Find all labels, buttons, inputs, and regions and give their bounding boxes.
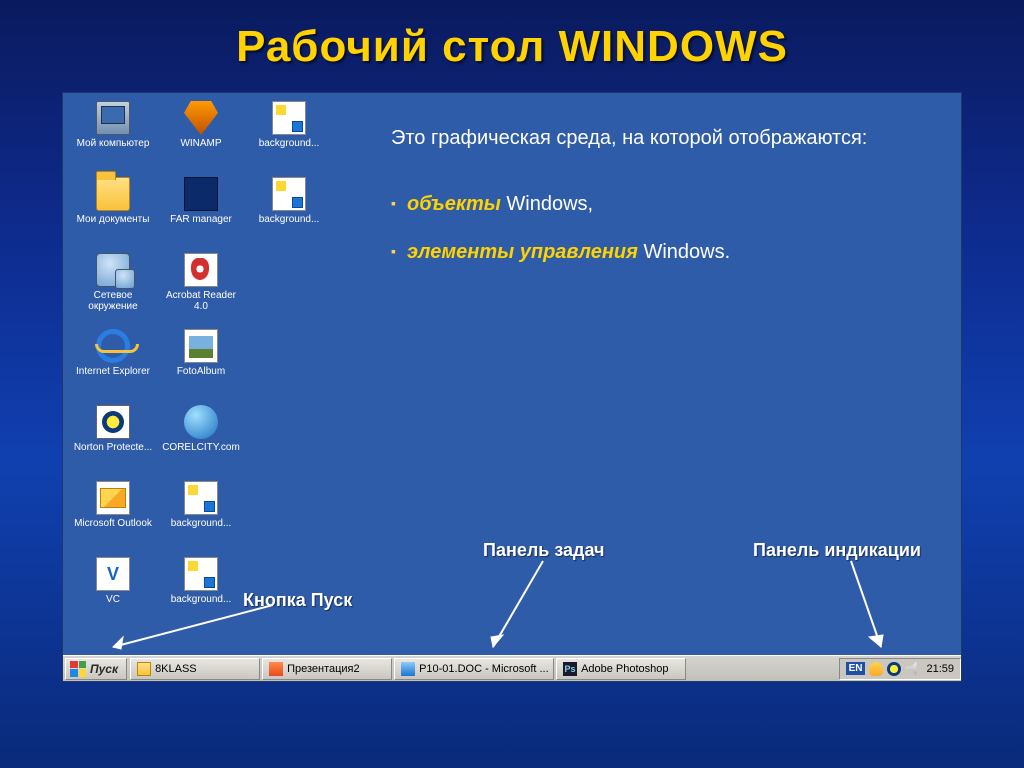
fotoalbum-icon-glyph bbox=[184, 329, 218, 363]
my-computer-icon-label: Мой компьютер bbox=[75, 138, 152, 149]
task-photoshop-icon: Ps bbox=[563, 662, 577, 676]
acrobat-icon[interactable]: Acrobat Reader 4.0 bbox=[157, 251, 245, 327]
ie-icon-label: Internet Explorer bbox=[74, 366, 152, 377]
norton-icon-glyph bbox=[96, 405, 130, 439]
bullet-controls-em: элементы управления bbox=[407, 241, 638, 263]
far-manager-icon-glyph bbox=[184, 177, 218, 211]
outlook-icon-glyph bbox=[96, 481, 130, 515]
slide-title: Рабочий стол WINDOWS bbox=[0, 0, 1024, 84]
outlook-icon[interactable]: Microsoft Outlook bbox=[69, 479, 157, 555]
start-button-label: Пуск bbox=[90, 662, 118, 676]
task-photoshop-label: Adobe Photoshop bbox=[581, 663, 668, 675]
start-button[interactable]: Пуск bbox=[65, 658, 127, 680]
corelcity-icon-glyph bbox=[184, 405, 218, 439]
bullet-controls: элементы управления Windows. bbox=[391, 237, 937, 267]
corelcity-icon[interactable]: CORELCITY.com bbox=[157, 403, 245, 479]
task-word-doc[interactable]: P10-01.DOC - Microsoft ... bbox=[394, 658, 554, 680]
far-manager-icon[interactable]: FAR manager bbox=[157, 175, 245, 251]
acrobat-icon-glyph bbox=[184, 253, 218, 287]
shield-tray-icon[interactable] bbox=[887, 662, 901, 676]
volume-tray-icon[interactable] bbox=[905, 662, 919, 676]
winamp-icon-glyph bbox=[184, 101, 218, 135]
ie-icon[interactable]: Internet Explorer bbox=[69, 327, 157, 403]
background2-icon-glyph bbox=[272, 177, 306, 211]
task-8klass-label: 8KLASS bbox=[155, 663, 197, 675]
windows-flag-icon bbox=[70, 661, 86, 677]
arrow-start-icon bbox=[103, 595, 303, 655]
background3-icon-glyph bbox=[184, 481, 218, 515]
fotoalbum-icon[interactable]: FotoAlbum bbox=[157, 327, 245, 403]
network-icon[interactable]: Сетевое окружение bbox=[69, 251, 157, 327]
bullet-objects-rest: Windows, bbox=[501, 193, 593, 215]
arrow-taskbar-icon bbox=[483, 555, 603, 655]
winamp-icon-label: WINAMP bbox=[178, 138, 223, 149]
arrow-systray-icon bbox=[781, 555, 901, 655]
task-word-doc-icon bbox=[401, 662, 415, 676]
far-manager-icon-label: FAR manager bbox=[168, 214, 234, 225]
norton-icon[interactable]: Norton Protecte... bbox=[69, 403, 157, 479]
task-8klass-icon bbox=[137, 662, 151, 676]
task-photoshop[interactable]: Ps Adobe Photoshop bbox=[556, 658, 686, 680]
desktop-icon-grid: Мой компьютер WINAMP background... Мои доку… bbox=[69, 99, 339, 631]
clock: 21:59 bbox=[923, 663, 954, 675]
background1-icon-glyph bbox=[272, 101, 306, 135]
key-tray-icon[interactable] bbox=[869, 662, 883, 676]
vc-icon-glyph bbox=[96, 557, 130, 591]
background2-icon[interactable]: background... bbox=[245, 175, 333, 251]
my-documents-icon-label: Мои документы bbox=[75, 214, 152, 225]
slide-description: Это графическая среда, на которой отобра… bbox=[391, 123, 937, 285]
task-word-doc-label: P10-01.DOC - Microsoft ... bbox=[419, 663, 549, 675]
background1-icon-label: background... bbox=[257, 138, 322, 149]
network-icon-label: Сетевое окружение bbox=[69, 290, 157, 312]
corelcity-icon-label: CORELCITY.com bbox=[160, 442, 242, 453]
bullet-controls-rest: Windows. bbox=[638, 241, 730, 263]
task-presentation2-icon bbox=[269, 662, 283, 676]
taskbar: Пуск 8KLASS Презентация2 P10-01.DOC - Micr… bbox=[63, 655, 961, 681]
background3-icon-label: background... bbox=[169, 518, 234, 529]
my-documents-icon[interactable]: Мои документы bbox=[69, 175, 157, 251]
background3-icon[interactable]: background... bbox=[157, 479, 245, 555]
my-documents-icon-glyph bbox=[96, 177, 130, 211]
bullet-objects-em: объекты bbox=[407, 193, 501, 215]
desktop-screenshot: Мой компьютер WINAMP background... Мои доку… bbox=[62, 92, 962, 682]
ie-icon-glyph bbox=[96, 329, 130, 363]
description-intro: Это графическая среда, на которой отобра… bbox=[391, 123, 937, 153]
acrobat-icon-label: Acrobat Reader 4.0 bbox=[157, 290, 245, 312]
language-indicator[interactable]: EN bbox=[846, 662, 866, 675]
network-icon-glyph bbox=[96, 253, 130, 287]
bullet-objects: объекты Windows, bbox=[391, 189, 937, 219]
winamp-icon[interactable]: WINAMP bbox=[157, 99, 245, 175]
my-computer-icon-glyph bbox=[96, 101, 130, 135]
my-computer-icon[interactable]: Мой компьютер bbox=[69, 99, 157, 175]
background1-icon[interactable]: background... bbox=[245, 99, 333, 175]
background2-icon-label: background... bbox=[257, 214, 322, 225]
outlook-icon-label: Microsoft Outlook bbox=[72, 518, 154, 529]
fotoalbum-icon-label: FotoAlbum bbox=[175, 366, 227, 377]
norton-icon-label: Norton Protecte... bbox=[72, 442, 154, 453]
system-tray[interactable]: EN 21:59 bbox=[839, 658, 961, 680]
task-presentation2-label: Презентация2 bbox=[287, 663, 360, 675]
task-presentation2[interactable]: Презентация2 bbox=[262, 658, 392, 680]
task-8klass[interactable]: 8KLASS bbox=[130, 658, 260, 680]
background4-icon-glyph bbox=[184, 557, 218, 591]
